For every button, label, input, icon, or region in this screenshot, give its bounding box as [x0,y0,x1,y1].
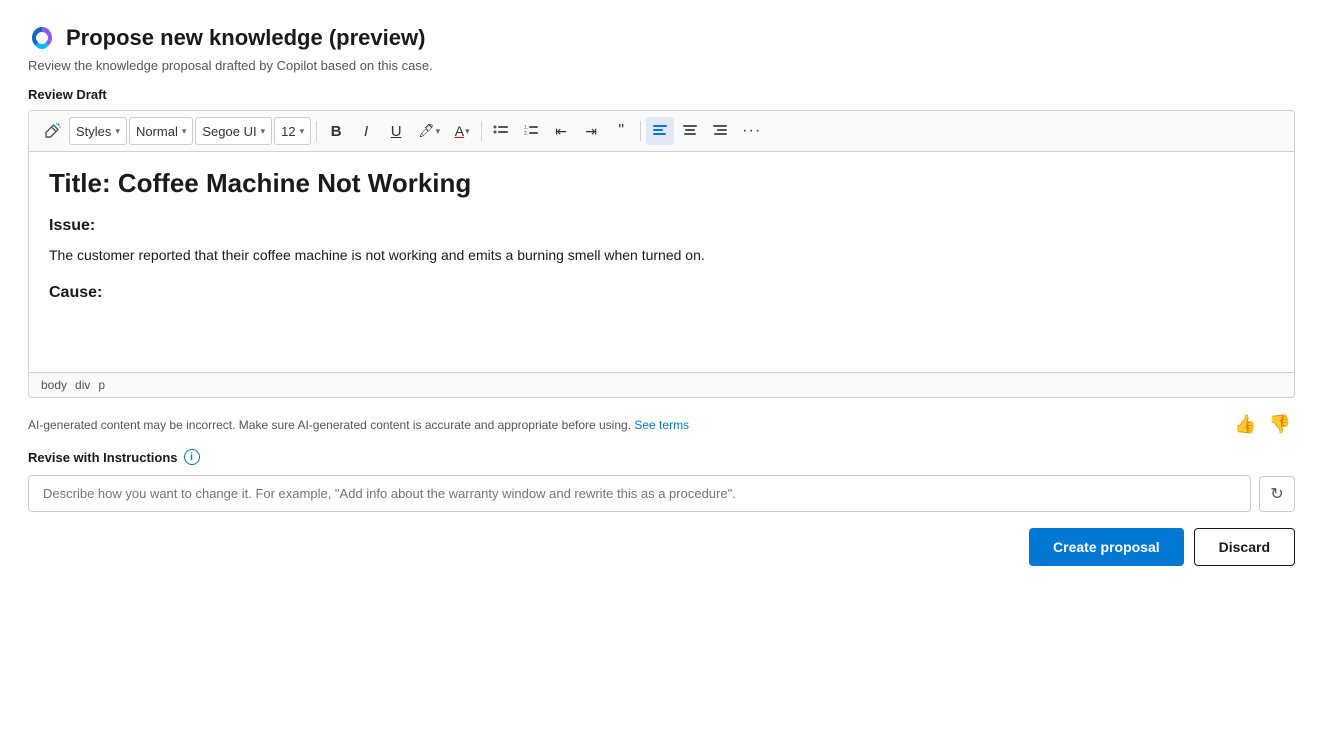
numbered-list-icon: 1.2. [523,122,539,141]
statusbar-item-p: p [98,378,105,392]
refresh-button[interactable]: ↻ [1259,476,1295,512]
font-size-label: 12 [281,124,295,139]
statusbar-item-div: div [75,378,90,392]
align-left-button[interactable] [646,117,674,145]
underline-button[interactable]: U [382,117,410,145]
quote-icon: " [618,122,624,140]
page-subtitle: Review the knowledge proposal drafted by… [28,58,1295,73]
page-header: Propose new knowledge (preview) [28,24,1295,52]
revise-input-row: ↻ [28,475,1295,512]
toolbar-separator-1 [316,121,317,141]
ai-disclaimer-text: AI-generated content may be incorrect. M… [28,418,1230,432]
align-center-icon [682,122,698,141]
more-icon: ··· [742,122,761,140]
quote-button[interactable]: " [607,117,635,145]
copilot-toolbar-button[interactable] [37,117,67,145]
doc-section1-body: The customer reported that their coffee … [49,245,1274,266]
bold-icon: B [331,123,342,140]
styles-label: Styles [76,124,111,139]
doc-section2-heading: Cause: [49,284,1274,302]
thumbs-up-button[interactable]: 👍 [1230,410,1260,439]
editor-body[interactable]: Title: Coffee Machine Not Working Issue:… [29,152,1294,372]
revise-section: Revise with Instructions i ↻ [28,449,1295,512]
editor-statusbar: body div p [29,372,1294,397]
italic-icon: I [364,123,368,140]
font-size-dropdown[interactable]: 12 ▾ [274,117,311,145]
toolbar-separator-3 [640,121,641,141]
font-chevron-icon: ▾ [261,126,266,137]
revise-label-text: Revise with Instructions [28,450,178,465]
doc-section1-heading: Issue: [49,217,1274,235]
bold-button[interactable]: B [322,117,350,145]
highlight-chevron-icon: ▾ [436,126,441,137]
refresh-icon: ↻ [1270,484,1283,504]
svg-text:2.: 2. [524,131,528,137]
font-color-icon: A [455,123,464,139]
discard-button[interactable]: Discard [1194,528,1295,566]
font-dropdown[interactable]: Segoe UI ▾ [195,117,272,145]
revise-info-icon[interactable]: i [184,449,200,465]
align-right-icon [712,122,728,141]
editor-toolbar: Styles ▾ Normal ▾ Segoe UI ▾ 12 ▾ B I U [29,111,1294,152]
feedback-buttons: 👍 👎 [1230,410,1295,439]
align-right-button[interactable] [706,117,734,145]
align-left-icon [652,122,668,141]
bullet-list-icon [493,122,509,141]
numbered-list-button[interactable]: 1.2. [517,117,545,145]
editor-container: Styles ▾ Normal ▾ Segoe UI ▾ 12 ▾ B I U [28,110,1295,398]
action-row: Create proposal Discard [28,528,1295,566]
thumbs-down-button[interactable]: 👎 [1265,410,1295,439]
revise-input[interactable] [28,475,1251,512]
bullet-list-button[interactable] [487,117,515,145]
outdent-icon: ⇤ [555,123,567,140]
font-label: Segoe UI [202,124,256,139]
normal-label: Normal [136,124,178,139]
revise-label: Revise with Instructions i [28,449,1295,465]
styles-dropdown[interactable]: Styles ▾ [69,117,127,145]
highlight-button[interactable]: 🖊 ▾ [412,117,446,145]
normal-dropdown[interactable]: Normal ▾ [129,117,193,145]
toolbar-separator-2 [481,121,482,141]
review-draft-label: Review Draft [28,87,1295,102]
page-title: Propose new knowledge (preview) [66,25,425,51]
font-color-chevron-icon: ▾ [465,126,470,137]
styles-chevron-icon: ▾ [115,126,120,137]
indent-button[interactable]: ⇥ [577,117,605,145]
thumbs-up-icon: 👍 [1234,414,1256,434]
font-size-chevron-icon: ▾ [300,126,305,137]
align-center-button[interactable] [676,117,704,145]
italic-button[interactable]: I [352,117,380,145]
ai-disclaimer: AI-generated content may be incorrect. M… [28,410,1295,439]
copilot-icon [28,24,56,52]
outdent-button[interactable]: ⇤ [547,117,575,145]
normal-chevron-icon: ▾ [182,126,187,137]
highlight-icon: 🖊 [418,123,435,139]
ai-disclaimer-static: AI-generated content may be incorrect. M… [28,418,631,432]
doc-title: Title: Coffee Machine Not Working [49,168,1274,199]
font-color-button[interactable]: A ▾ [448,117,476,145]
underline-icon: U [391,123,402,140]
pen-sparkle-icon [43,122,61,140]
indent-icon: ⇥ [585,123,597,140]
thumbs-down-icon: 👎 [1269,414,1291,434]
create-proposal-button[interactable]: Create proposal [1029,528,1184,566]
see-terms-link[interactable]: See terms [634,418,689,432]
more-options-button[interactable]: ··· [736,117,767,145]
statusbar-item-body: body [41,378,67,392]
